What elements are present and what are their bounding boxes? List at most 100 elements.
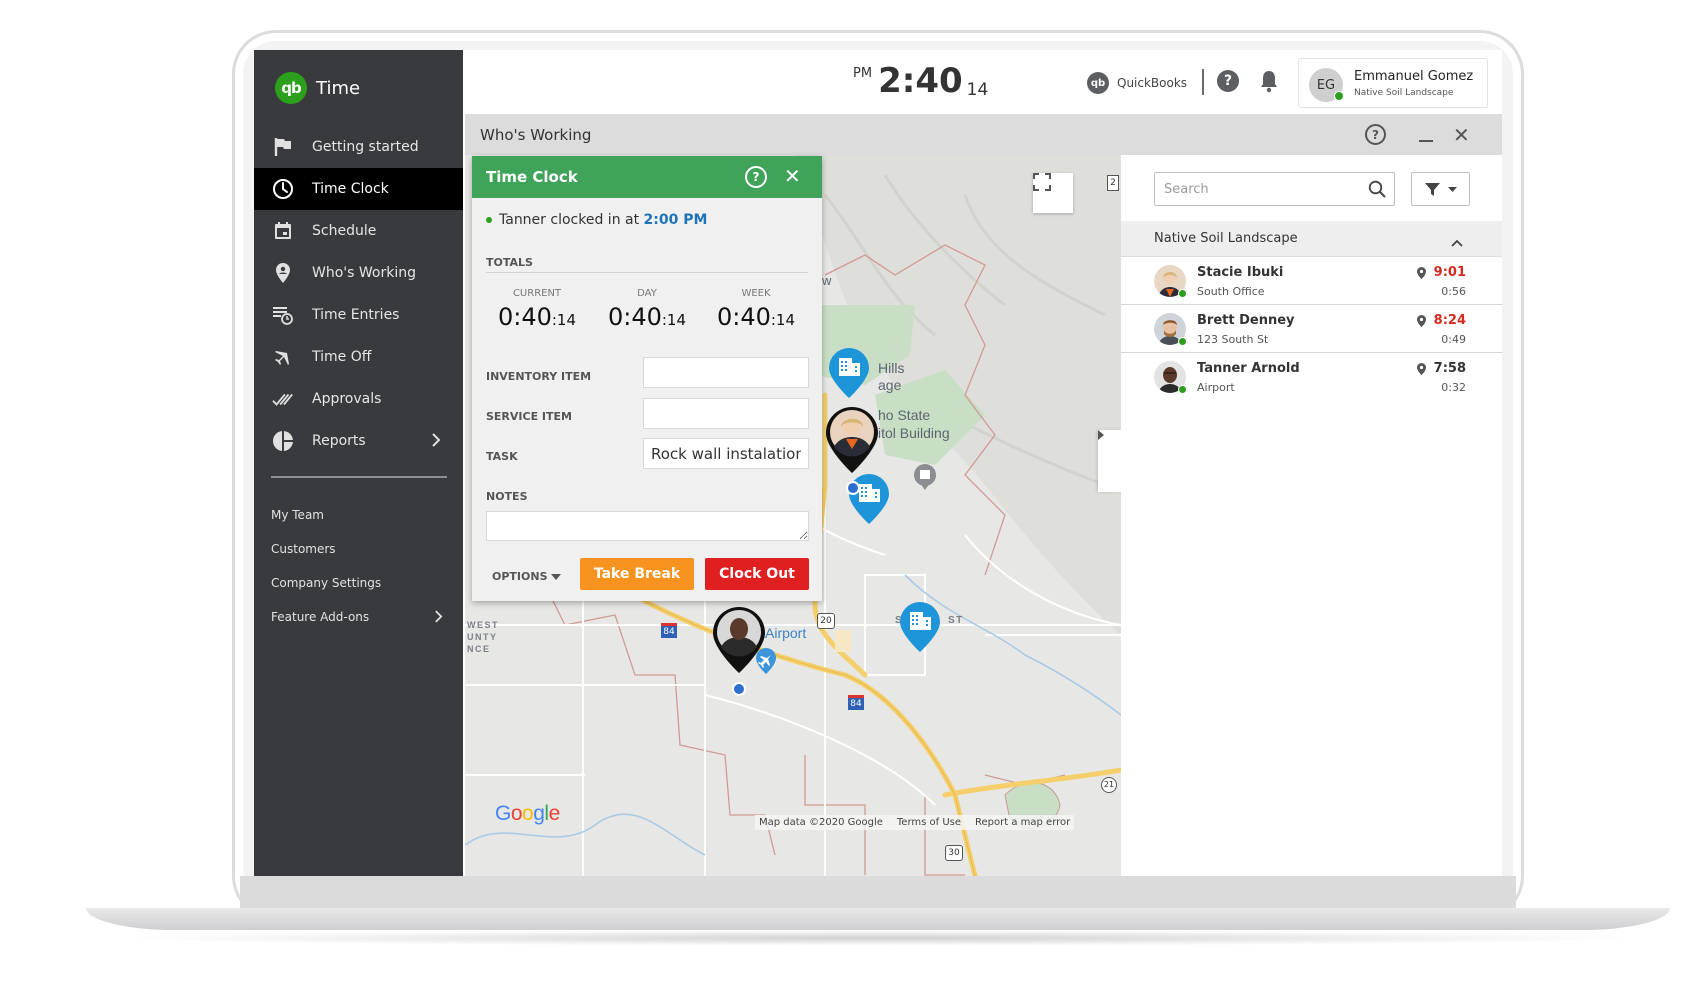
clock-in-time-value: 8:24 — [1433, 313, 1466, 328]
location-dot — [732, 682, 746, 696]
clock-in-time-value: 7:58 — [1433, 361, 1466, 376]
clock-out-button[interactable]: Clock Out — [705, 558, 809, 590]
search-icon[interactable] — [1368, 180, 1386, 202]
filter-button[interactable] — [1411, 172, 1470, 206]
clock-in-time-value: 9:01 — [1433, 265, 1466, 280]
map-label: NCE — [467, 644, 491, 654]
list-item[interactable]: Brett Denney 123 South St 8:24 0:49 — [1121, 305, 1502, 353]
app-screen: qb Time Getting started Time Clock Sched… — [254, 50, 1502, 876]
service-item-input[interactable] — [643, 398, 809, 429]
sidebar-item-feature-add-ons[interactable]: Feature Add-ons — [271, 600, 447, 634]
clock-icon — [272, 178, 294, 200]
group-header[interactable]: Native Soil Landscape — [1121, 221, 1502, 257]
topbar: PM 2:40 14 qb QuickBooks ? EG Emmanuel G… — [463, 50, 1502, 114]
map-label: w — [822, 273, 832, 288]
employee-pin-stacie[interactable] — [824, 405, 880, 475]
sidebar-item-my-team[interactable]: My Team — [271, 498, 447, 532]
google-letter: e — [548, 802, 561, 825]
sidebar-item-whos-working[interactable]: Who's Working — [254, 252, 463, 294]
notes-textarea[interactable] — [486, 511, 809, 541]
shift-duration: 0:49 — [1441, 333, 1466, 346]
calendar-icon — [272, 220, 294, 242]
list-clock-icon — [272, 304, 294, 326]
sidebar-item-approvals[interactable]: Approvals — [254, 378, 463, 420]
total-label: DAY — [637, 288, 657, 299]
total-label: CURRENT — [512, 288, 562, 299]
shift-duration: 0:32 — [1441, 381, 1466, 394]
help-icon[interactable]: ? — [745, 166, 767, 188]
whos-working-header: Who's Working ? ✕ — [465, 114, 1502, 155]
employee-pin-tanner[interactable] — [711, 605, 767, 675]
online-status-dot — [1178, 337, 1187, 346]
search-box — [1154, 172, 1395, 206]
online-status-dot — [1178, 385, 1187, 394]
sidebar-item-time-clock[interactable]: Time Clock — [254, 168, 463, 210]
map-attribution: Map data ©2020 Google Terms of Use Repor… — [755, 815, 1075, 830]
search-input[interactable] — [1164, 174, 1364, 204]
map-label: ho State — [878, 407, 931, 423]
sidebar-item-time-off[interactable]: Time Off — [254, 336, 463, 378]
sidebar-item-customers[interactable]: Customers — [271, 532, 447, 566]
list-item[interactable]: Stacie Ibuki South Office 9:01 0:56 — [1121, 257, 1502, 305]
help-icon[interactable]: ? — [1365, 124, 1386, 145]
service-item-label: SERVICE ITEM — [486, 410, 572, 423]
header-clock: PM 2:40 14 — [853, 64, 988, 100]
employee-list-panel: Native Soil Landscape Stacie Ibuki South… — [1121, 155, 1502, 876]
map-pin-person-icon — [272, 262, 294, 284]
map-label: age — [878, 377, 902, 393]
list-item[interactable]: Tanner Arnold Airport 7:58 0:32 — [1121, 353, 1502, 401]
caret-right-icon — [1098, 430, 1104, 440]
task-label: TASK — [486, 450, 518, 463]
clock-ampm: PM — [853, 66, 873, 81]
laptop-base — [86, 908, 1670, 930]
map-label: UNTY — [467, 632, 498, 642]
sidebar-item-schedule[interactable]: Schedule — [254, 210, 463, 252]
employee-name: Stacie Ibuki — [1197, 265, 1284, 280]
total-week: WEEK 0:40:14 — [701, 288, 811, 331]
qb-logo-icon: qb — [275, 72, 307, 104]
sidebar-divider — [271, 476, 447, 478]
total-hours: 0:40 — [497, 303, 552, 331]
filter-icon — [1424, 182, 1440, 196]
fullscreen-button[interactable] — [1033, 173, 1073, 213]
inventory-item-input[interactable] — [643, 357, 809, 388]
google-letter: g — [533, 802, 545, 825]
report-map-error-link[interactable]: Report a map error — [975, 817, 1070, 828]
total-day: DAY 0:40:14 — [592, 288, 702, 331]
building-pin-icon[interactable] — [828, 347, 870, 399]
totals-divider — [486, 272, 808, 273]
google-letter: o — [510, 802, 523, 825]
clock-in-status: Tanner clocked in at 2:00 PM — [486, 212, 707, 228]
topbar-divider — [1202, 69, 1204, 95]
task-input[interactable] — [643, 438, 809, 469]
help-icon[interactable]: ? — [1217, 70, 1239, 92]
employee-name: Brett Denney — [1197, 313, 1295, 328]
sidebar-item-reports[interactable]: Reports — [254, 420, 463, 462]
minimize-button[interactable] — [1419, 126, 1433, 142]
google-letter: o — [522, 802, 534, 825]
sidebar-item-getting-started[interactable]: Getting started — [254, 126, 463, 168]
take-break-button[interactable]: Take Break — [580, 558, 694, 590]
caret-down-icon — [550, 573, 561, 580]
sidebar-item-label: My Team — [271, 508, 324, 522]
notes-label: NOTES — [486, 490, 528, 503]
user-menu[interactable]: EG Emmanuel Gomez Native Soil Landscape — [1298, 58, 1488, 108]
sidebar-item-time-entries[interactable]: Time Entries — [254, 294, 463, 336]
close-button[interactable]: ✕ — [1453, 123, 1470, 147]
google-logo: Google — [495, 802, 560, 826]
brand[interactable]: qb Time — [275, 72, 360, 104]
clock-in-time: 9:01 — [1416, 265, 1466, 280]
sidebar-item-label: Customers — [271, 542, 336, 556]
map-pin-icon — [1416, 362, 1426, 375]
total-seconds: :14 — [770, 311, 796, 329]
notifications-bell-icon[interactable] — [1259, 69, 1279, 97]
sidebar-item-company-settings[interactable]: Company Settings — [271, 566, 447, 600]
building-pin-icon[interactable] — [899, 601, 941, 653]
options-dropdown[interactable]: OPTIONS — [492, 570, 561, 583]
terms-link[interactable]: Terms of Use — [897, 817, 961, 828]
close-button[interactable]: ✕ — [784, 164, 801, 188]
status-time: 2:00 PM — [643, 212, 708, 228]
quickbooks-link[interactable]: qb QuickBooks — [1087, 72, 1187, 94]
expand-panel-toggle[interactable] — [1098, 430, 1121, 492]
group-name: Native Soil Landscape — [1154, 231, 1298, 246]
